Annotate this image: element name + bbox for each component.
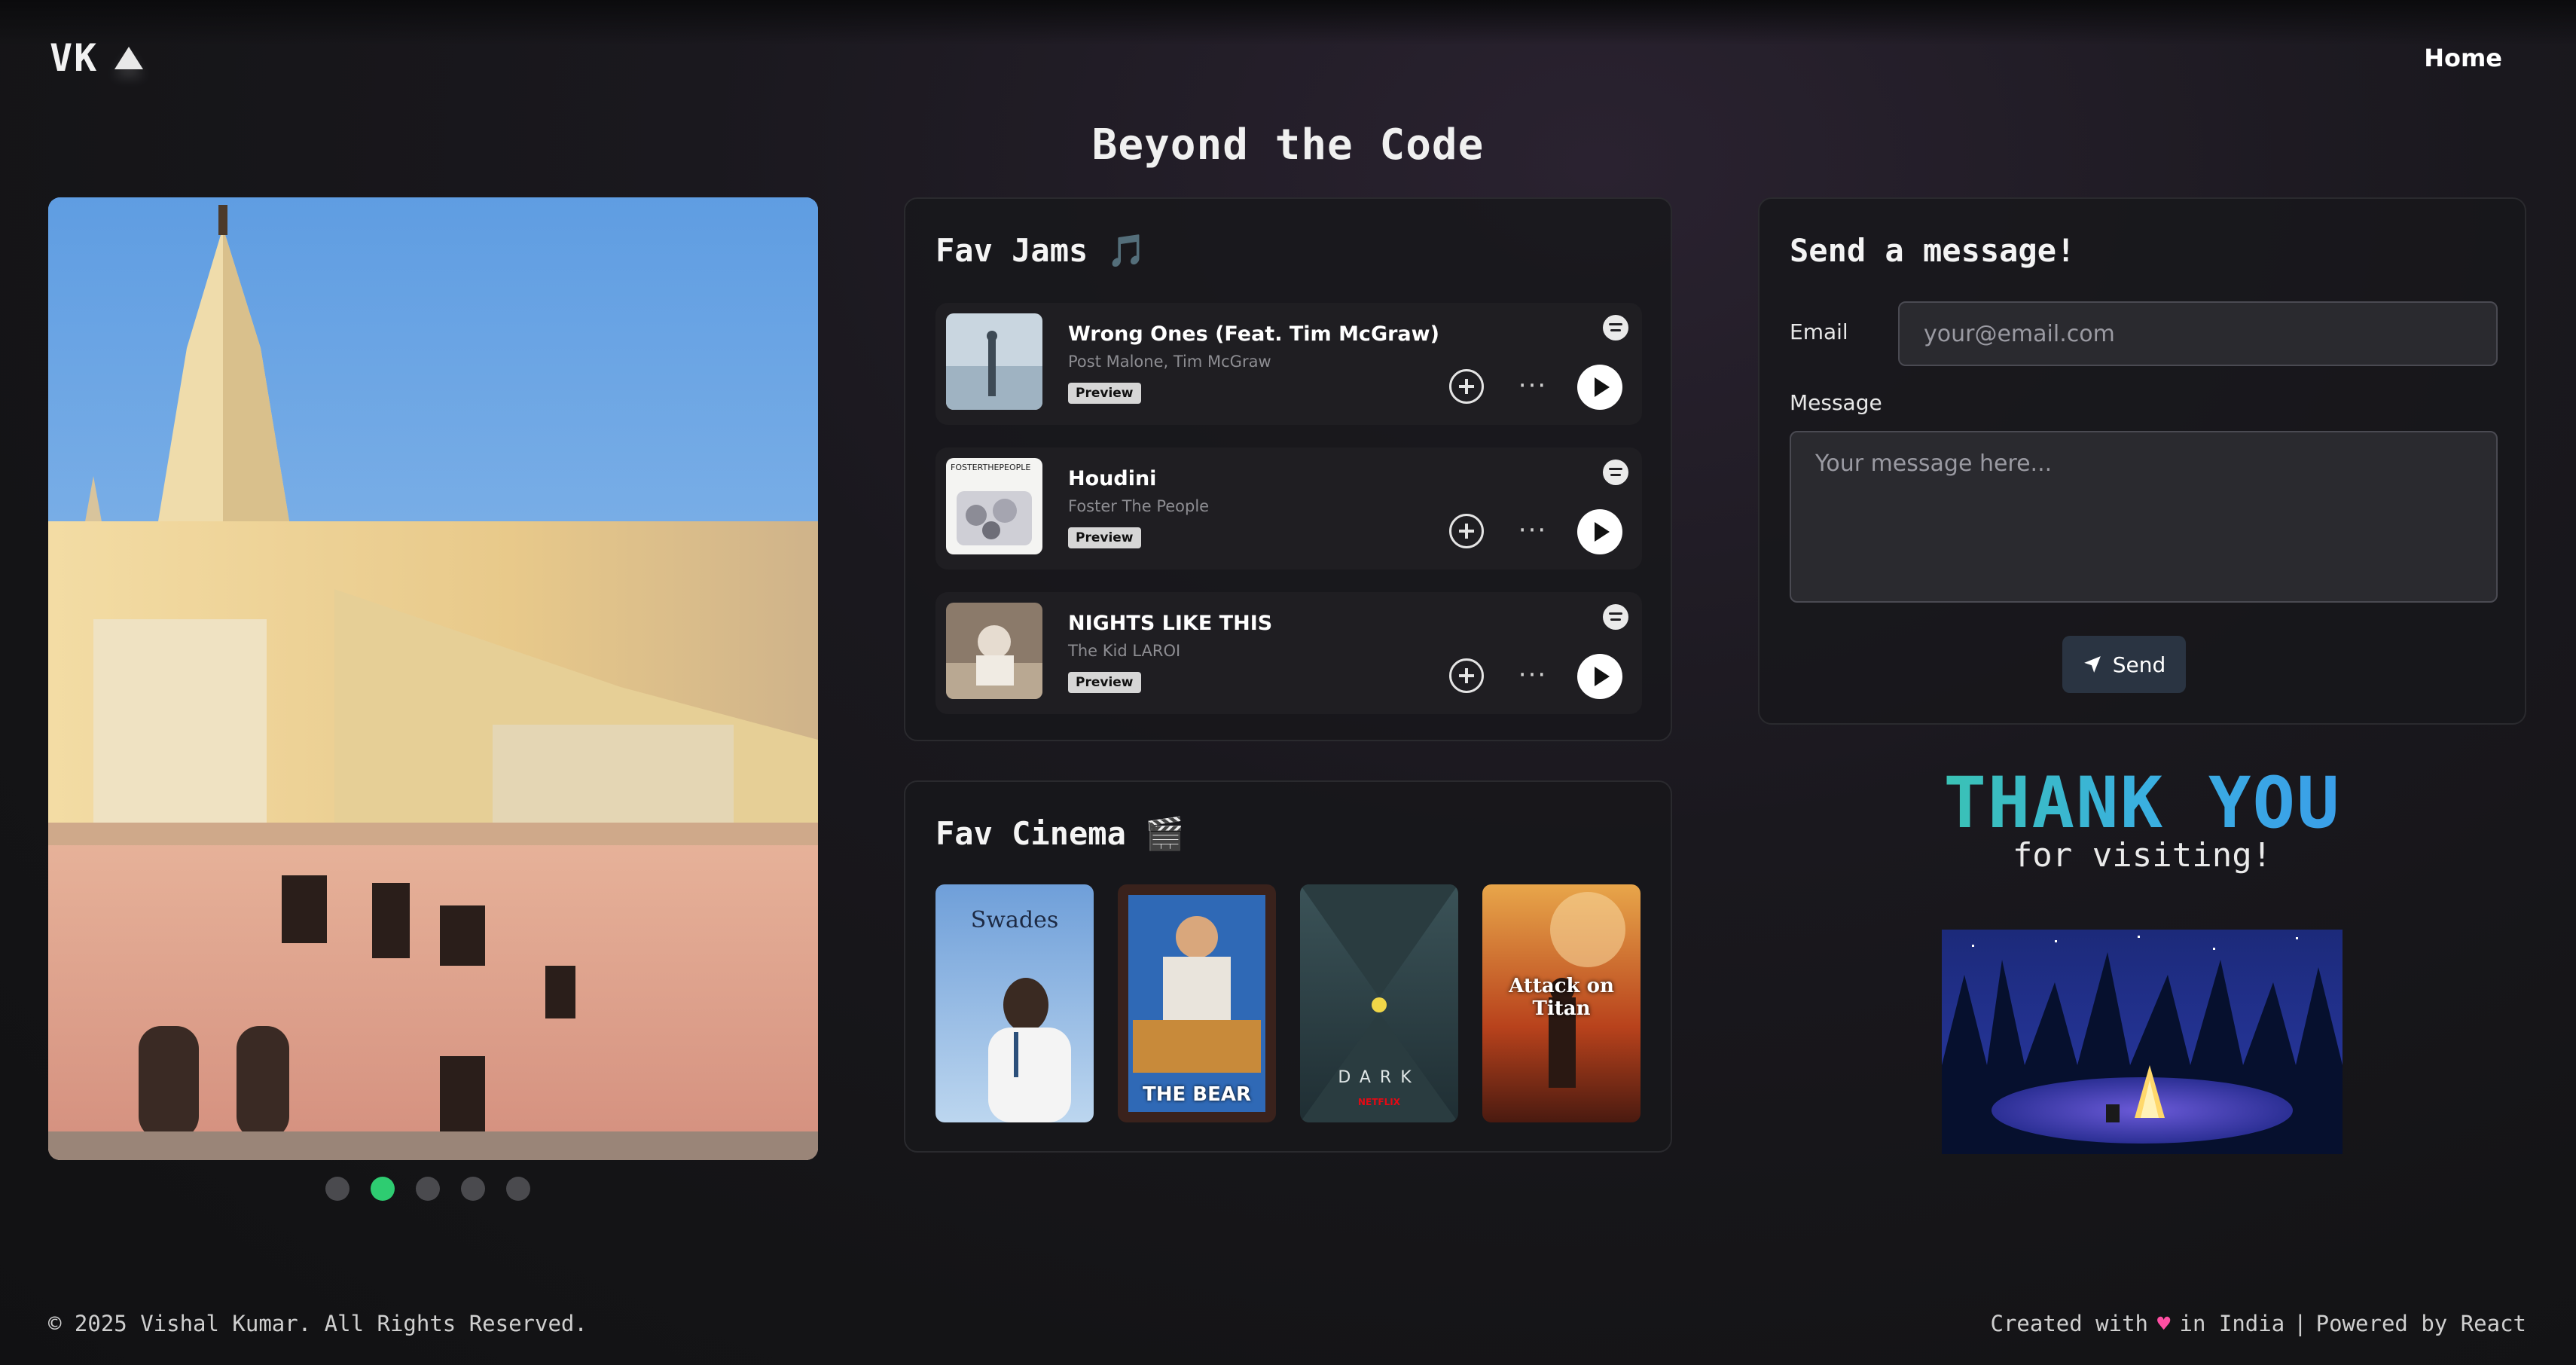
logo[interactable]: VK [50,36,144,80]
poster-network: NETFLIX [1358,1097,1400,1107]
fav-cinema-card: Fav Cinema 🎬 Swades THE BEAR DARK NETFLI… [904,780,1672,1153]
carousel-dot[interactable] [506,1177,530,1201]
song-title: Houdini [1068,467,1157,490]
poster-title: Swades [970,907,1059,933]
message-label: Message [1790,390,1882,415]
song-title: NIGHTS LIKE THIS [1068,612,1273,635]
page-title: Beyond the Code [1091,121,1485,169]
play-button[interactable] [1577,509,1622,554]
fav-cinema-title: Fav Cinema 🎬 [935,815,1185,852]
in-india-text: in India [2179,1311,2285,1336]
spotify-icon[interactable] [1603,604,1628,630]
email-label: Email [1790,319,1848,344]
album-cover: FOSTERTHEPEOPLE [946,458,1042,554]
powered-by-text: Powered by React [2315,1311,2526,1336]
movie-poster[interactable]: THE BEAR [1118,884,1276,1122]
album-cover [946,603,1042,699]
poster-title: DARK [1338,1068,1421,1087]
carousel-dot[interactable] [461,1177,485,1201]
message-textarea[interactable] [1790,431,2498,603]
song-item: Wrong Ones (Feat. Tim McGraw) Post Malon… [935,303,1642,425]
carousel-dot[interactable] [416,1177,440,1201]
campfire-pixel-art [1942,930,2343,1154]
temple-photo [48,197,818,1160]
preview-badge: Preview [1068,527,1141,548]
song-artist: Foster The People [1068,497,1210,515]
send-label: Send [2112,652,2166,677]
message-card-title: Send a message! [1790,232,2076,269]
movie-poster[interactable]: Attack on Titan [1482,884,1641,1122]
message-card: Send a message! Email Message Send [1758,197,2526,725]
play-button[interactable] [1577,365,1622,410]
play-button[interactable] [1577,654,1622,699]
song-item: NIGHTS LIKE THIS The Kid LAROI Preview ·… [935,592,1642,714]
top-bar [0,0,2576,45]
footer-separator: | [2294,1311,2307,1336]
fav-jams-title: Fav Jams 🎵 [935,232,1146,269]
poster-title: THE BEAR [1142,1083,1252,1106]
add-to-library-button[interactable] [1449,658,1484,693]
song-artist: The Kid LAROI [1068,642,1181,660]
spotify-icon[interactable] [1603,315,1628,340]
more-options-button[interactable]: ··· [1515,517,1550,547]
carousel-dots [325,1177,530,1201]
thank-you-heading: THANK YOU [1758,762,2526,844]
triangle-icon [114,47,144,69]
preview-badge: Preview [1068,672,1141,693]
thank-you-sub: for visiting! [2012,836,2272,875]
spotify-icon[interactable] [1603,460,1628,485]
fav-jams-card: Fav Jams 🎵 Wrong Ones (Feat. Tim McGraw)… [904,197,1672,741]
send-icon [2083,656,2101,673]
preview-badge: Preview [1068,383,1141,404]
movie-poster[interactable]: DARK NETFLIX [1300,884,1458,1122]
carousel-dot-active[interactable] [371,1177,395,1201]
send-button[interactable]: Send [2062,636,2186,693]
footer-copyright: © 2025 Vishal Kumar. All Rights Reserved… [48,1311,588,1336]
carousel-dot[interactable] [325,1177,349,1201]
created-with-text: Created with [1990,1311,2149,1336]
song-item: FOSTERTHEPEOPLE Houdini Foster The Peopl… [935,447,1642,570]
song-title: Wrong Ones (Feat. Tim McGraw) [1068,322,1439,346]
album-cover-text: FOSTERTHEPEOPLE [951,463,1031,472]
more-options-button[interactable]: ··· [1515,661,1550,692]
add-to-library-button[interactable] [1449,369,1484,404]
add-to-library-button[interactable] [1449,514,1484,548]
nav-home-link[interactable]: Home [2424,44,2502,72]
logo-text: VK [50,36,99,80]
photo-carousel[interactable] [48,197,818,1160]
album-cover [946,313,1042,410]
more-options-button[interactable]: ··· [1515,372,1550,402]
movie-poster[interactable]: Swades [935,884,1094,1122]
email-input[interactable] [1898,301,2498,366]
song-artist: Post Malone, Tim McGraw [1068,353,1271,371]
poster-title: Attack on Titan [1509,975,1614,1020]
footer-credits: Created with ♥ in India | Powered by Rea… [1991,1311,2527,1336]
heart-icon: ♥ [2157,1311,2171,1336]
